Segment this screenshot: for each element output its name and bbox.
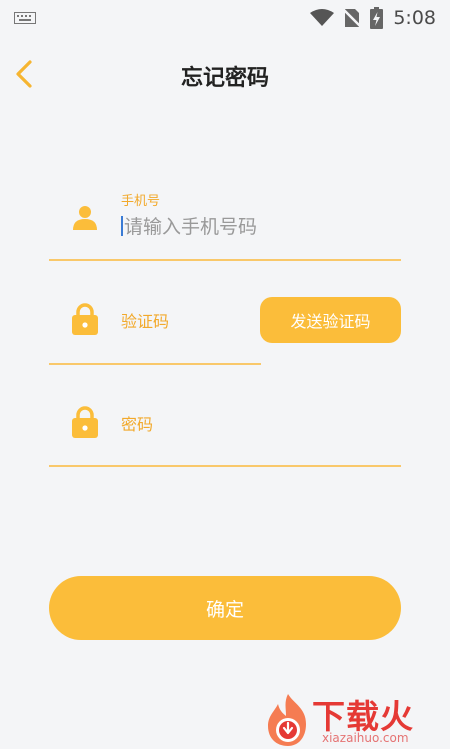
wifi-icon xyxy=(310,9,335,26)
keyboard-icon xyxy=(14,12,36,24)
person-icon xyxy=(73,206,97,230)
text-cursor xyxy=(121,216,123,236)
phone-placeholder: 请输入手机号码 xyxy=(124,216,258,238)
no-sim-icon xyxy=(344,9,361,27)
password-field[interactable]: 密码 xyxy=(49,401,401,469)
watermark-url: xiazaihuo.com xyxy=(322,731,409,745)
lock-icon xyxy=(72,406,98,438)
code-underline xyxy=(49,363,261,365)
flame-logo-icon xyxy=(268,694,306,746)
status-bar: 5:08 xyxy=(0,0,450,36)
battery-charging-icon xyxy=(370,7,384,29)
send-code-button[interactable]: 发送验证码 xyxy=(260,297,401,343)
confirm-button[interactable]: 确定 xyxy=(49,576,401,640)
code-field[interactable]: 验证码 xyxy=(49,298,261,366)
lock-icon xyxy=(72,303,98,335)
phone-label: 手机号 xyxy=(121,194,161,209)
watermark: 下载火 xiazaihuo.com xyxy=(264,690,450,749)
page-title: 忘记密码 xyxy=(180,66,269,91)
code-placeholder: 验证码 xyxy=(121,312,170,331)
phone-underline xyxy=(49,259,401,261)
password-placeholder: 密码 xyxy=(121,415,154,434)
status-time: 5:08 xyxy=(393,7,436,29)
header: 忘记密码 xyxy=(0,50,450,102)
password-underline xyxy=(49,465,401,467)
phone-input[interactable]: 请输入手机号码 xyxy=(121,212,257,239)
phone-field[interactable]: 手机号 请输入手机号码 xyxy=(49,190,401,262)
